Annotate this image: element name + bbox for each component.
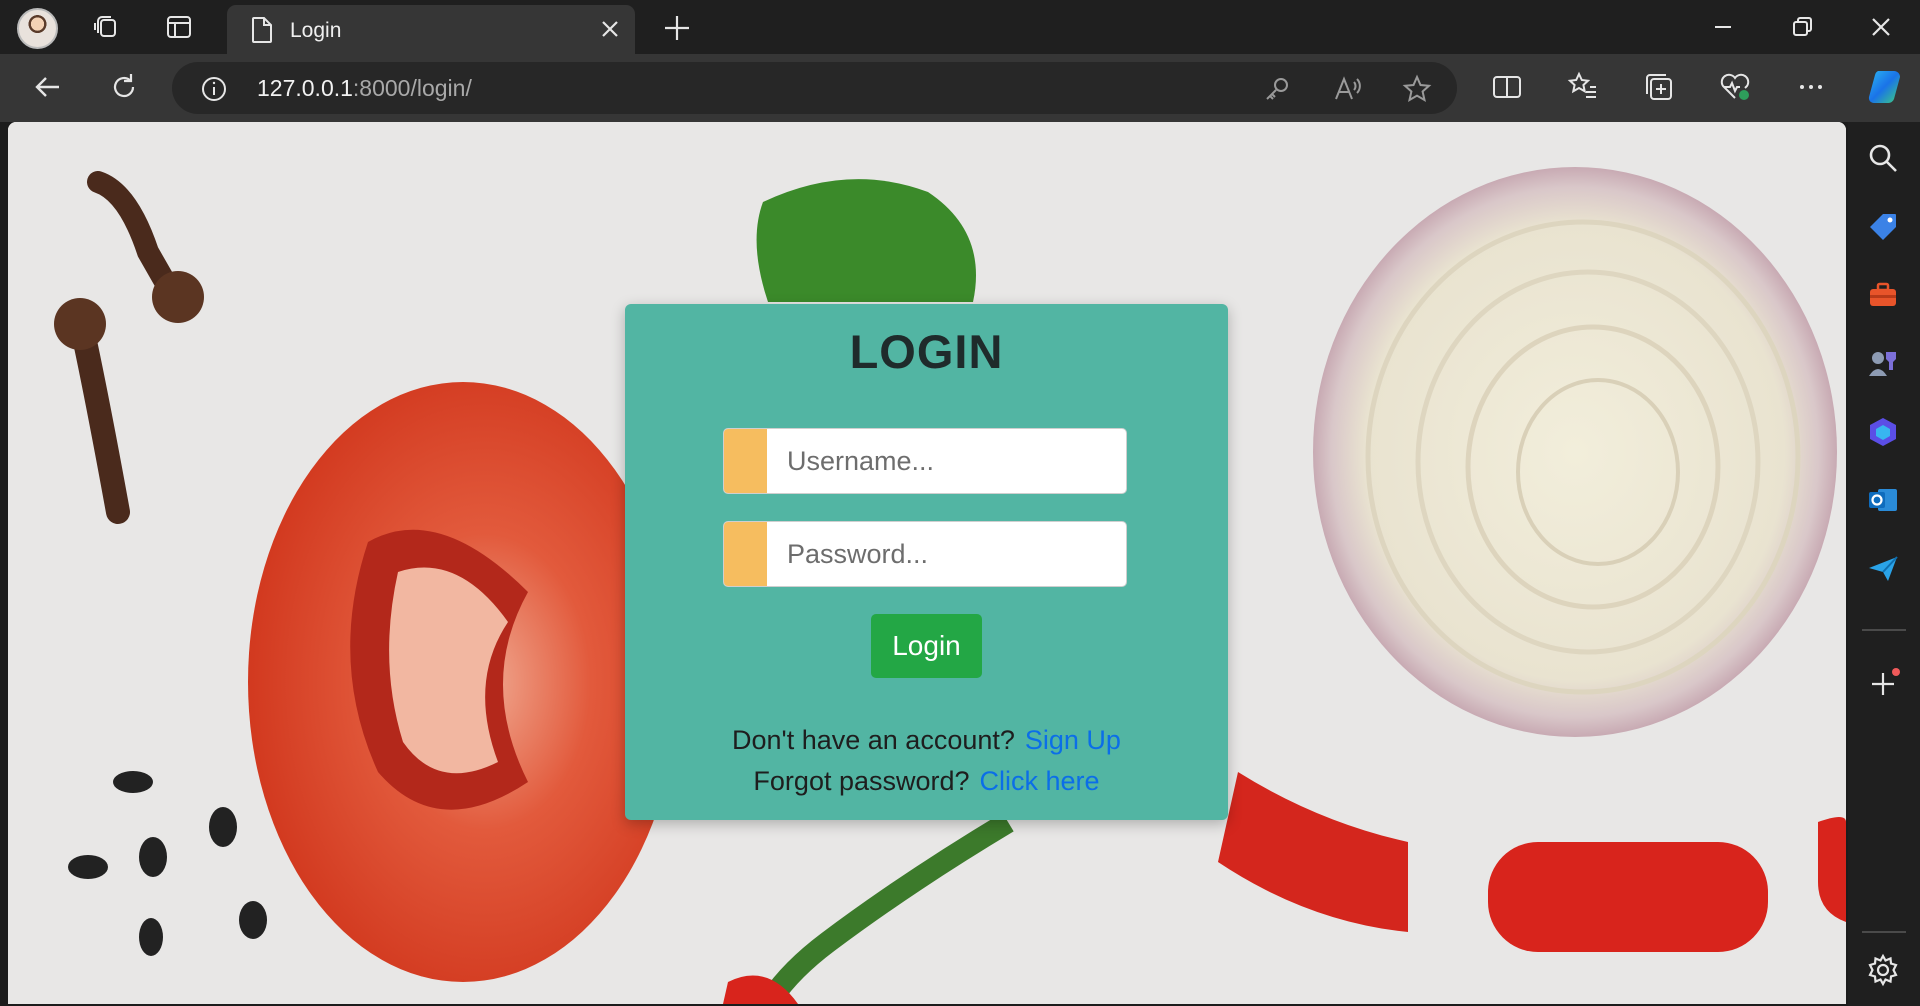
forgot-line: Forgot password? Click here <box>625 766 1228 797</box>
page-viewport: LOGIN Login Don't have an account? Sign U… <box>8 122 1846 1004</box>
username-input[interactable] <box>767 429 1126 493</box>
send-icon[interactable] <box>1866 552 1900 586</box>
title-bar: Login <box>0 0 1920 54</box>
read-aloud-icon[interactable] <box>1332 74 1362 104</box>
restore-icon[interactable] <box>1787 12 1817 42</box>
split-screen-icon[interactable] <box>1490 70 1524 104</box>
key-icon[interactable] <box>1262 74 1292 104</box>
close-tab-icon[interactable] <box>597 16 623 42</box>
username-field <box>723 428 1127 494</box>
username-accent <box>724 429 767 493</box>
url-path: :8000/login/ <box>352 75 472 101</box>
login-card: LOGIN Login Don't have an account? Sign U… <box>625 304 1228 820</box>
workspaces-icon[interactable] <box>92 12 122 42</box>
minimize-icon[interactable] <box>1708 12 1738 42</box>
new-tab-icon[interactable] <box>662 13 692 43</box>
navigation-bar: 127.0.0.1:8000/login/ <box>0 54 1920 122</box>
signup-prompt: Don't have an account? <box>732 725 1015 755</box>
page-icon <box>252 17 272 43</box>
tab-title: Login <box>290 19 342 42</box>
games-icon[interactable] <box>1866 346 1900 380</box>
forgot-password-link[interactable]: Click here <box>980 766 1100 796</box>
tab-actions-icon[interactable] <box>164 12 194 42</box>
shopping-tag-icon[interactable] <box>1866 210 1900 244</box>
site-info-icon[interactable] <box>200 75 228 103</box>
tools-icon[interactable] <box>1866 278 1900 312</box>
url-host: 127.0.0.1 <box>257 75 353 101</box>
collections-icon[interactable] <box>1642 70 1676 104</box>
copilot-sidebar-icon[interactable] <box>1866 415 1900 449</box>
close-window-icon[interactable] <box>1866 12 1896 42</box>
sidebar-divider-bottom <box>1862 931 1906 933</box>
address-bar[interactable]: 127.0.0.1:8000/login/ <box>172 62 1457 114</box>
browser-essentials-icon[interactable] <box>1718 70 1752 104</box>
back-icon[interactable] <box>31 70 65 104</box>
refresh-icon[interactable] <box>107 70 141 104</box>
password-accent <box>724 522 767 586</box>
password-input[interactable] <box>767 522 1126 586</box>
login-heading: LOGIN <box>849 325 1004 378</box>
copilot-icon[interactable] <box>1864 66 1906 108</box>
url-text[interactable]: 127.0.0.1:8000/login/ <box>257 75 472 102</box>
favorites-icon[interactable] <box>1566 70 1600 104</box>
password-field <box>723 521 1127 587</box>
sidebar-divider <box>1862 629 1906 631</box>
login-button[interactable]: Login <box>871 614 982 678</box>
profile-avatar[interactable] <box>17 8 58 49</box>
tab-login[interactable]: Login <box>227 5 635 54</box>
forgot-prompt: Forgot password? <box>753 766 970 796</box>
edge-sidebar <box>1848 122 1920 1006</box>
more-icon[interactable] <box>1794 70 1828 104</box>
add-icon[interactable] <box>1866 667 1900 701</box>
signup-line: Don't have an account? Sign Up <box>625 725 1228 756</box>
favorite-star-icon[interactable] <box>1402 74 1432 104</box>
outlook-icon[interactable] <box>1866 483 1900 517</box>
settings-icon[interactable] <box>1866 953 1900 987</box>
signup-link[interactable]: Sign Up <box>1025 725 1121 755</box>
search-icon[interactable] <box>1866 141 1900 175</box>
